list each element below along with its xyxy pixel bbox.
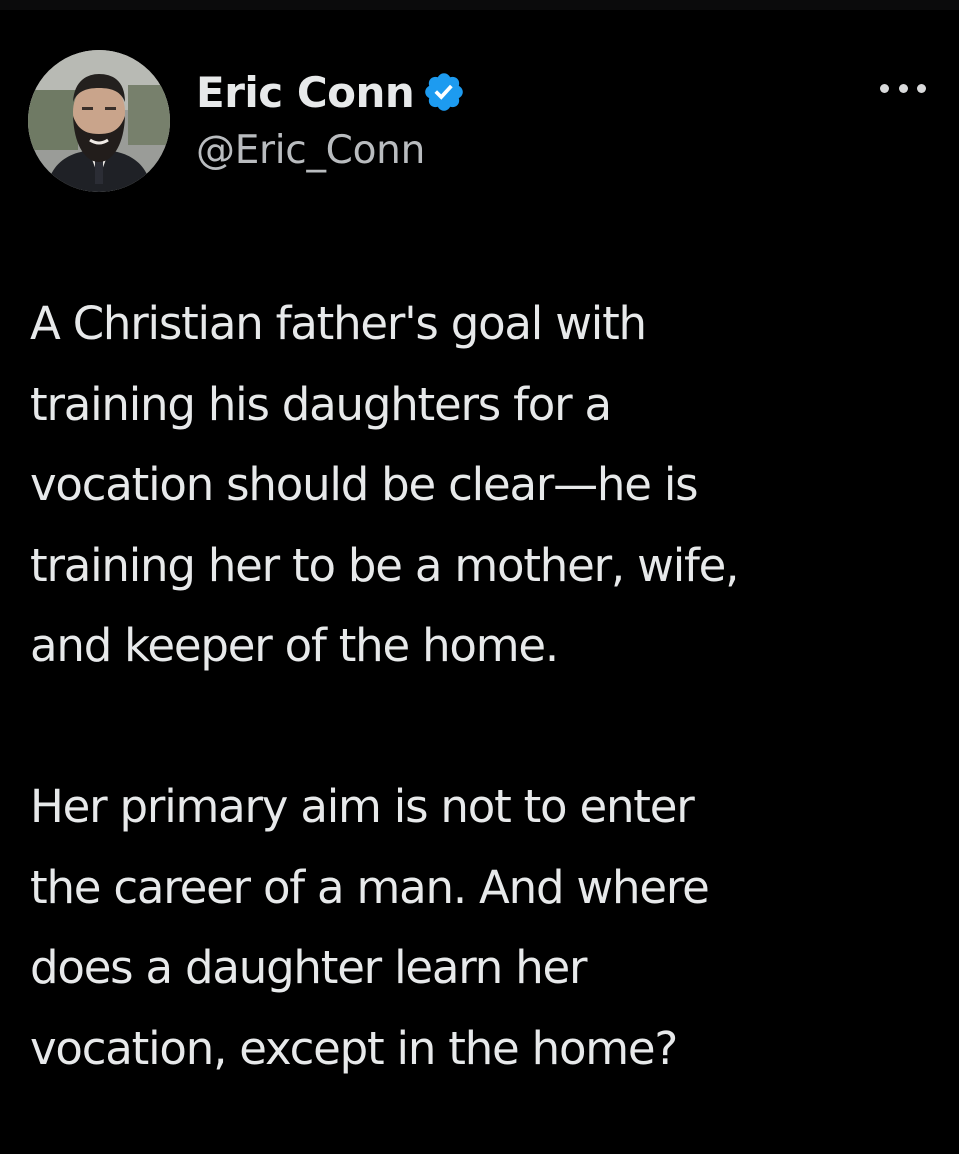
more-options-icon[interactable]	[880, 78, 926, 98]
avatar-photo	[28, 50, 170, 192]
more-dot	[917, 83, 926, 93]
more-dot	[898, 83, 908, 93]
avatar[interactable]	[28, 50, 170, 192]
user-handle[interactable]: @Eric_Conn	[196, 128, 466, 173]
tweet-paragraph-1: A Christian father's goal with training …	[30, 297, 739, 672]
tweet-paragraph-2: Her primary aim is not to enter the care…	[30, 780, 710, 1075]
name-row: Eric Conn	[196, 62, 466, 122]
more-dot	[880, 83, 889, 93]
verified-badge-icon[interactable]	[422, 70, 466, 114]
author-info: Eric Conn @Eric_Conn	[196, 62, 466, 173]
tweet-card: Eric Conn @Eric_Conn A Christian father'…	[0, 0, 959, 1154]
display-name[interactable]: Eric Conn	[196, 68, 415, 117]
